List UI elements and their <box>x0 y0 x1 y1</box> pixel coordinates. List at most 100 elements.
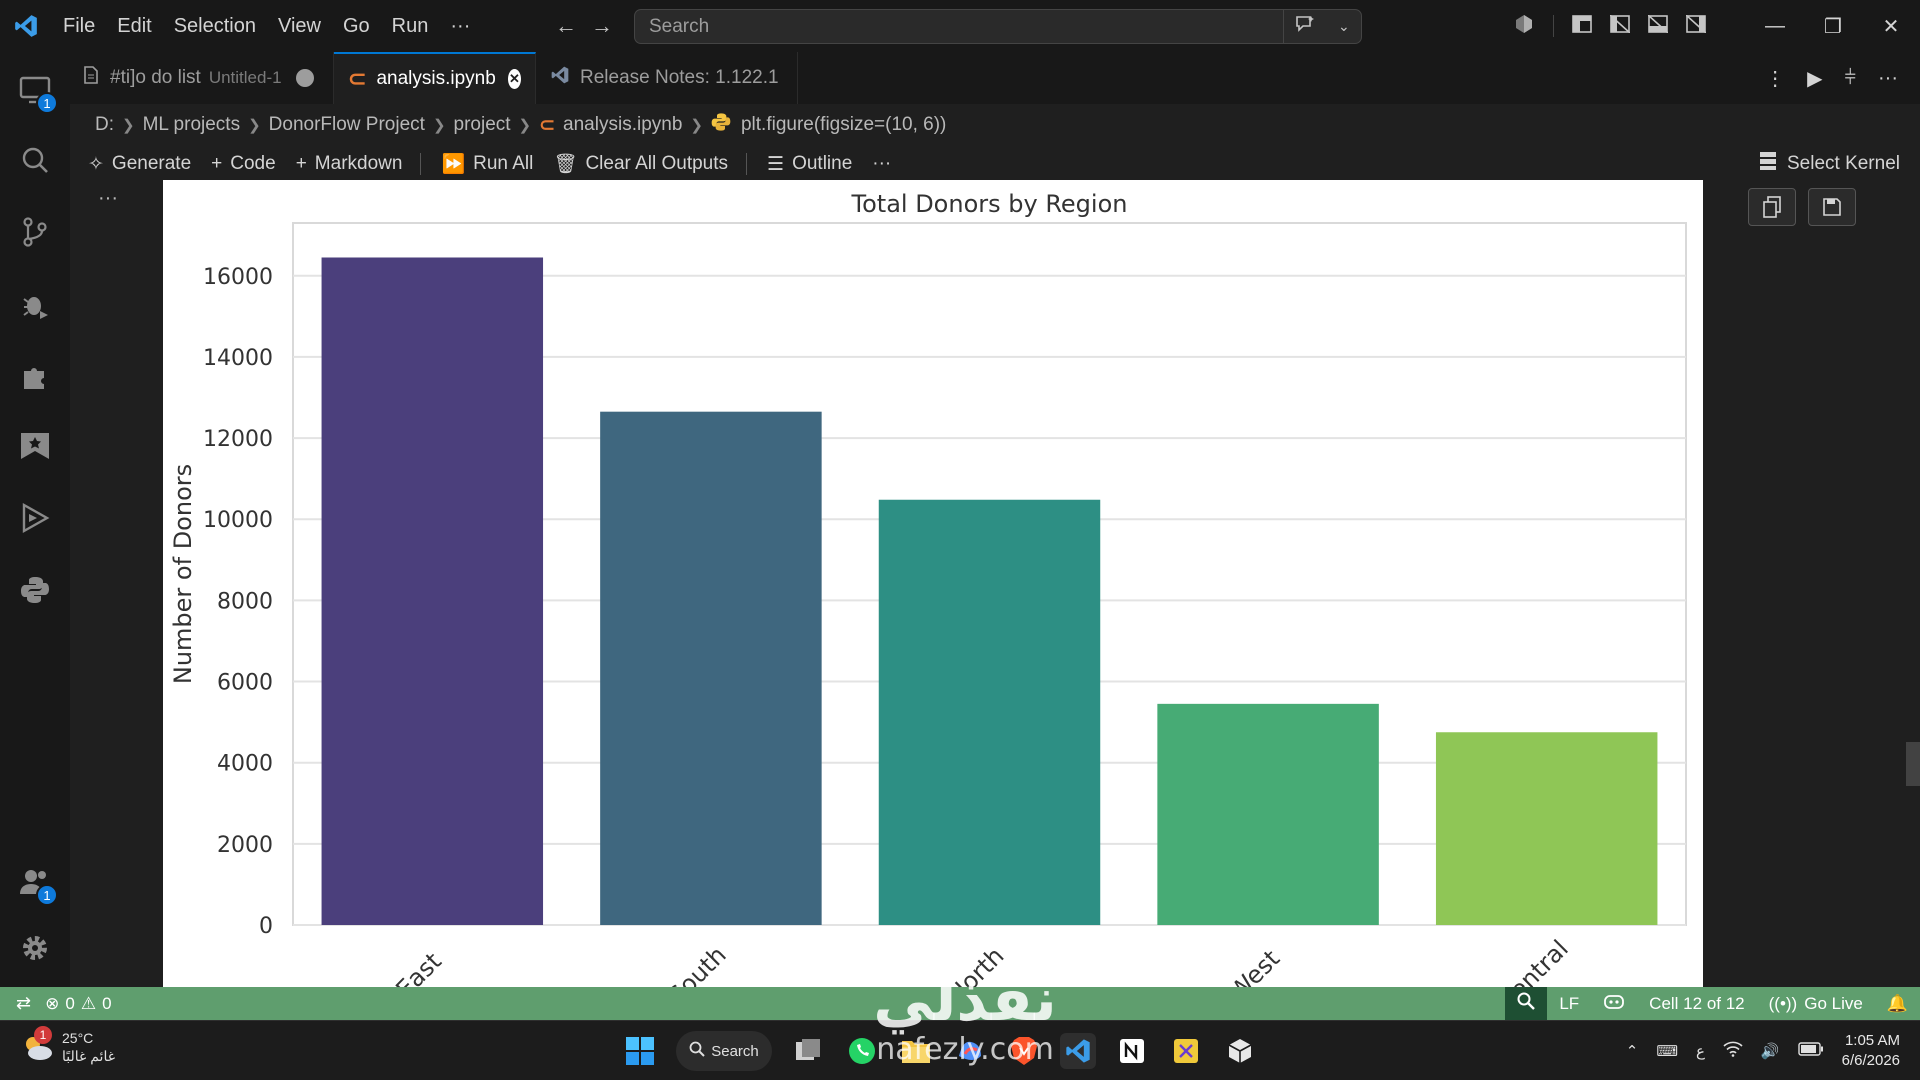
forward-arrow-icon[interactable]: → <box>591 13 613 39</box>
customize-layout-icon[interactable] <box>1572 14 1592 38</box>
accounts-item[interactable]: 1 <box>0 852 70 912</box>
bookmarks-item[interactable] <box>0 416 70 476</box>
menu-edit[interactable]: Edit <box>106 0 162 52</box>
box-app[interactable] <box>1222 1033 1258 1069</box>
warning-count: 0 <box>102 993 112 1013</box>
more-vertical-icon[interactable]: ⋮ <box>1765 66 1785 91</box>
start-button[interactable] <box>622 1033 658 1069</box>
run-icon[interactable]: ▶ <box>1807 66 1822 91</box>
problems-status[interactable]: ⊗ 0 ⚠ 0 <box>45 994 111 1014</box>
menu-run[interactable]: Run <box>381 0 440 52</box>
chevron-down-icon[interactable]: ⌄ <box>1338 18 1350 35</box>
tab-todo-list[interactable]: #ti]o do list Untitled-1 <box>70 52 334 104</box>
menu-view[interactable]: View <box>267 0 332 52</box>
run-debug-item[interactable] <box>0 274 70 334</box>
select-kernel-button[interactable]: Select Kernel <box>1759 144 1900 184</box>
x-tick-label: South <box>663 941 732 987</box>
close-window-button[interactable]: ✕ <box>1862 0 1920 52</box>
chevron-right-icon: ❯ <box>122 117 135 134</box>
breadcrumb-item[interactable]: plt.figure(figsize=(10, 6)) <box>741 114 946 136</box>
zoom-status[interactable] <box>1505 987 1548 1020</box>
whatsapp-app[interactable] <box>844 1033 880 1069</box>
remote-status-icon[interactable]: ⇄ <box>16 993 31 1014</box>
folder-icon <box>902 1041 930 1063</box>
menu-more[interactable]: ··· <box>439 0 481 52</box>
testing-item[interactable] <box>0 488 70 548</box>
breadcrumb-item[interactable]: project <box>454 114 511 136</box>
volume-icon[interactable]: 🔊 <box>1761 1042 1780 1060</box>
remote-explorer-item[interactable]: 1 <box>0 60 70 120</box>
breadcrumb-item[interactable]: analysis.ipynb <box>563 114 682 136</box>
clock-date: 6/6/2026 <box>1841 1052 1900 1069</box>
weather-widget[interactable]: 1 25°C غائم غالبًا <box>20 1026 115 1065</box>
taskbar-search[interactable]: Search <box>676 1031 772 1071</box>
breadcrumb-item[interactable]: ML projects <box>143 114 241 136</box>
back-arrow-icon[interactable]: ← <box>555 13 577 39</box>
chat-icon[interactable] <box>1295 15 1315 39</box>
status-left: ⇄ ⊗ 0 ⚠ 0 <box>0 993 112 1014</box>
source-control-item[interactable] <box>0 202 70 262</box>
scrollbar-thumb[interactable] <box>1906 742 1920 786</box>
copy-icon <box>1763 196 1781 218</box>
chevron-up-icon[interactable]: ⌃ <box>1626 1042 1639 1060</box>
clock[interactable]: 1:05 AM 6/6/2026 <box>1842 1031 1900 1071</box>
eol-status[interactable]: LF <box>1547 987 1591 1020</box>
debug-icon <box>23 297 48 319</box>
breadcrumb-item[interactable]: DonorFlow Project <box>269 114 425 136</box>
cell-position-status[interactable]: Cell 12 of 12 <box>1637 987 1756 1020</box>
outline-button[interactable]: ☰ Outline <box>767 153 852 176</box>
python-item[interactable] <box>0 560 70 620</box>
search-view-item[interactable] <box>0 130 70 190</box>
tab-release-notes[interactable]: Release Notes: 1.122.1 <box>536 52 798 104</box>
unsaved-dot-icon[interactable] <box>295 69 314 87</box>
notion-app[interactable] <box>1114 1033 1150 1069</box>
more-actions-icon[interactable]: ··· <box>1878 67 1898 90</box>
bar-south <box>600 411 822 925</box>
notifications-button[interactable]: 🔔 <box>1875 987 1920 1020</box>
notion-icon <box>1120 1039 1144 1063</box>
battery-icon[interactable] <box>1797 1042 1824 1060</box>
go-live-button[interactable]: ((•)) Go Live <box>1757 987 1875 1020</box>
add-markdown-button[interactable]: + Markdown <box>296 153 403 175</box>
menu-selection[interactable]: Selection <box>163 0 267 52</box>
toggle-secondary-sidebar-icon[interactable] <box>1685 13 1707 38</box>
task-view-app[interactable] <box>790 1033 826 1069</box>
extensions-item[interactable] <box>0 346 70 406</box>
copilot-icon <box>1603 992 1625 1015</box>
save-output-button[interactable] <box>1808 188 1856 226</box>
tab-analysis-notebook[interactable]: ⊂ analysis.ipynb ✕ <box>334 52 536 104</box>
add-code-button[interactable]: + Code <box>211 153 276 175</box>
vscode-app[interactable] <box>1060 1033 1096 1069</box>
file-explorer-app[interactable] <box>898 1033 934 1069</box>
copilot-icon[interactable] <box>1513 13 1535 40</box>
wifi-icon[interactable] <box>1723 1041 1743 1061</box>
run-all-button[interactable]: ⏩ Run All <box>441 152 533 176</box>
input-language[interactable]: ع <box>1696 1042 1705 1060</box>
copy-output-button[interactable] <box>1748 188 1796 226</box>
keyboard-icon[interactable]: ⌨ <box>1656 1042 1678 1060</box>
cell-output: 0 2000 4000 6000 8000 10000 12000 14000 16000 Eas… <box>163 180 1703 987</box>
menu-file[interactable]: File <box>52 0 106 52</box>
history-nav: ← → <box>555 0 613 52</box>
generate-button[interactable]: ✧ Generate <box>88 153 191 176</box>
code-label: Code <box>230 153 276 174</box>
restore-button[interactable]: ❐ <box>1804 0 1862 52</box>
manage-item[interactable] <box>0 918 70 978</box>
clear-outputs-button[interactable]: 🗑 Clear All Outputs <box>553 152 728 176</box>
cell-more-icon[interactable]: ··· <box>98 187 118 210</box>
minimize-button[interactable]: — <box>1746 0 1804 52</box>
copilot-app[interactable] <box>952 1033 988 1069</box>
command-center-search[interactable]: Search ⌄ <box>634 9 1362 44</box>
snipping-tool-app[interactable] <box>1168 1033 1204 1069</box>
y-tick-label: 4000 <box>217 752 273 777</box>
copilot-status[interactable] <box>1591 987 1637 1020</box>
toggle-primary-sidebar-icon[interactable] <box>1609 13 1631 38</box>
toggle-panel-icon[interactable] <box>1647 13 1669 38</box>
close-tab-icon[interactable]: ✕ <box>507 69 521 89</box>
menu-go[interactable]: Go <box>332 0 381 52</box>
split-editor-icon[interactable]: ⫩ <box>1845 67 1856 90</box>
brave-app[interactable] <box>1006 1033 1042 1069</box>
markdown-label: Markdown <box>314 153 403 174</box>
breadcrumb-item[interactable]: D: <box>95 114 114 136</box>
toolbar-more-button[interactable]: ··· <box>872 153 891 175</box>
